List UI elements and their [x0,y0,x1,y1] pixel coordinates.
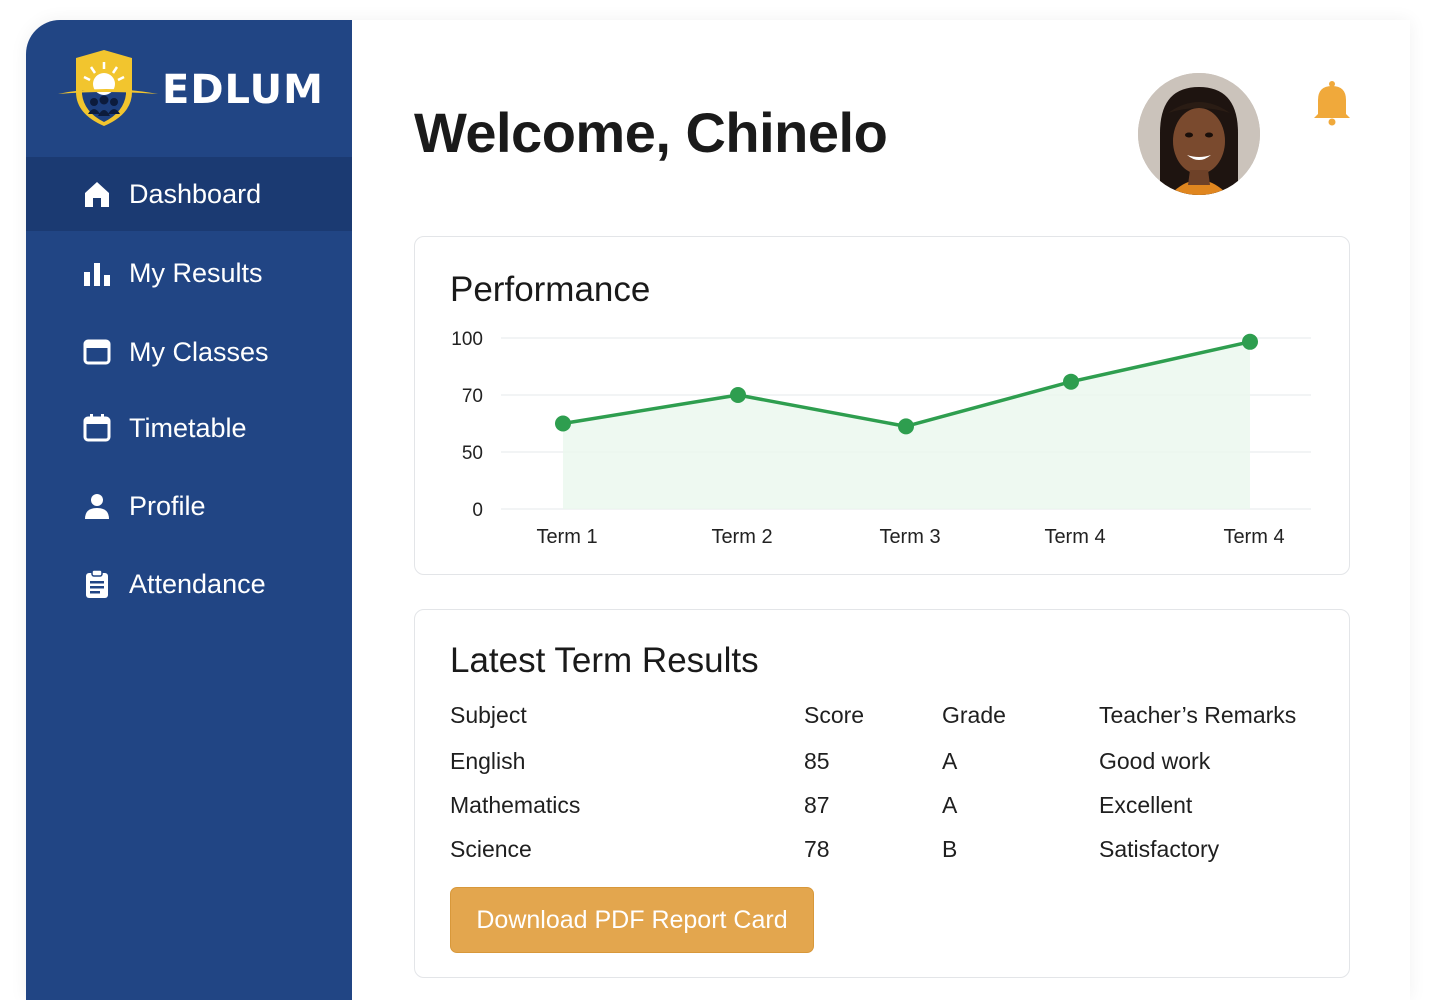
cell-score: 78 [804,836,830,862]
performance-chart: 100 70 50 0 Term 1 Term 2 Term 3 Term 4 Term 4 [451,329,1311,548]
app-window: EDLUM Dashboard My Results My Classes Ti… [26,20,1410,1000]
data-point [1242,333,1258,350]
column-header-grade: Grade [942,702,1006,728]
data-point [730,387,746,403]
sidebar-item-label: Dashboard [129,178,262,209]
y-tick-label: 0 [472,500,483,521]
cell-score: 85 [804,748,830,774]
page-title: Welcome, Chinelo [414,101,888,164]
sidebar-item-label: Timetable [129,412,247,443]
cell-subject: Mathematics [450,792,581,818]
cell-grade: B [942,836,958,862]
sidebar-item-label: My Classes [129,336,269,367]
sidebar-item-dashboard[interactable]: Dashboard [26,157,352,231]
y-tick-label: 100 [451,329,483,350]
data-point [898,418,914,435]
sidebar-item-my-results[interactable]: My Results [26,236,352,310]
cell-remarks: Satisfactory [1099,836,1220,862]
bar-chart-icon [82,258,112,288]
window-icon [82,337,112,367]
avatar[interactable] [1138,73,1260,195]
sidebar: EDLUM Dashboard My Results My Classes Ti… [26,20,352,1000]
cell-subject: English [450,748,526,774]
download-report-button[interactable]: Download PDF Report Card [450,887,814,953]
y-tick-label: 50 [462,443,483,464]
x-tick-label: Term 4 [1044,526,1105,548]
data-point [1063,373,1079,390]
column-header-score: Score [804,702,865,728]
sidebar-item-label: Attendance [129,568,266,599]
x-tick-label: Term 2 [711,526,772,548]
home-icon [82,179,112,209]
sidebar-item-profile[interactable]: Profile [26,469,352,543]
user-icon [82,491,112,521]
data-point [555,415,571,432]
edlum-logo-icon [58,50,158,126]
column-header-subject: Subject [450,702,527,728]
clipboard-icon [82,569,112,599]
x-tick-label: Term 4 [1223,526,1284,548]
bell-icon[interactable] [1312,80,1352,126]
brand-name: EDLUM [162,67,324,113]
sidebar-item-timetable[interactable]: Timetable [26,391,352,465]
cell-subject: Science [450,836,532,862]
cell-remarks: Excellent [1099,792,1193,818]
results-card: Latest Term Results Subject Score Grade … [414,609,1350,978]
sidebar-item-my-classes[interactable]: My Classes [26,315,352,389]
sidebar-item-attendance[interactable]: Attendance [26,547,352,621]
cell-grade: A [942,792,958,818]
performance-card: Performance 100 70 50 0 Term 1 Term 2 Term 3 Te… [414,236,1350,575]
sidebar-item-label: Profile [129,490,206,521]
y-tick-label: 70 [462,386,483,407]
avatar-photo [1138,73,1260,195]
x-tick-label: Term 1 [536,526,597,548]
cell-score: 87 [804,792,830,818]
cell-remarks: Good work [1099,748,1211,774]
sidebar-item-label: My Results [129,257,263,288]
brand[interactable]: EDLUM [58,50,324,130]
results-title: Latest Term Results [450,641,759,680]
cell-grade: A [942,748,958,774]
calendar-icon [82,413,112,443]
column-header-remarks: Teacher’s Remarks [1099,702,1297,728]
x-tick-label: Term 3 [879,526,940,548]
